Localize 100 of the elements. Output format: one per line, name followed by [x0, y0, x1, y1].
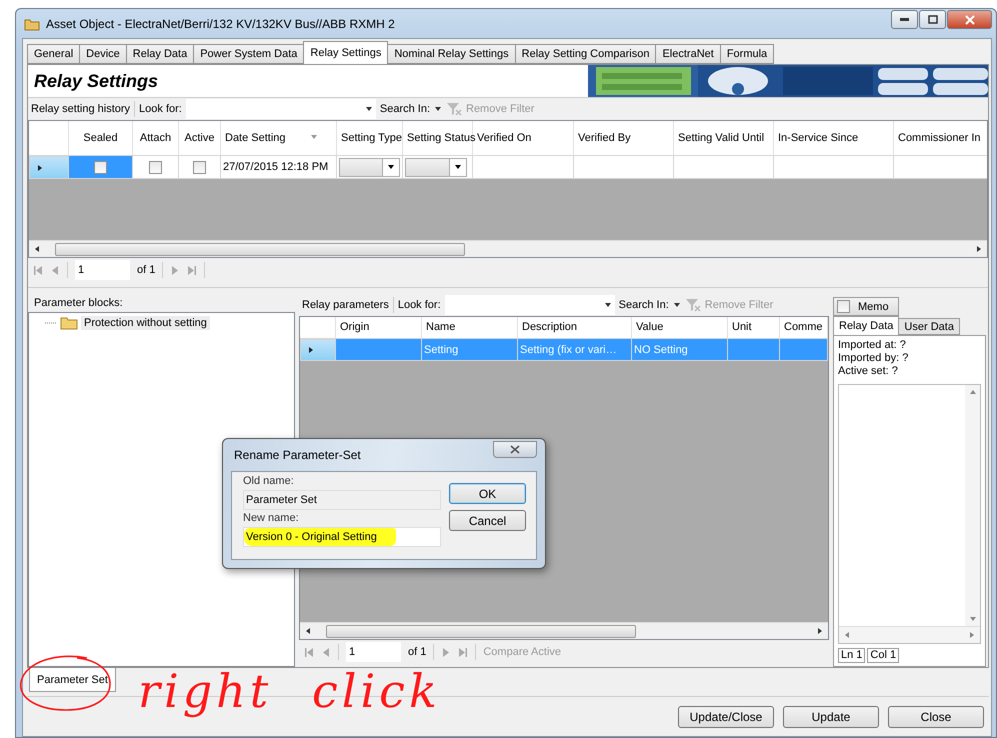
memo-field[interactable] — [838, 384, 981, 644]
new-name-field[interactable]: Version 0 - Original Setting — [243, 527, 441, 547]
search-in-dropdown[interactable]: Search In: — [618, 299, 669, 311]
column-header[interactable]: Attach — [133, 121, 179, 155]
maximize-button[interactable] — [919, 10, 946, 29]
row-marker[interactable] — [29, 156, 69, 179]
handwritten-note: click — [312, 668, 441, 714]
scroll-up-icon — [968, 388, 976, 396]
column-header[interactable]: Sealed — [69, 121, 133, 155]
first-page-icon[interactable] — [304, 646, 314, 658]
window-title: Asset Object - ElectraNet/Berri/132 KV/132KV Bus//ABB RXMH 2 — [46, 16, 396, 30]
info-text: Imported by: ? — [838, 352, 910, 365]
sort-icon — [310, 132, 318, 140]
tab[interactable]: Relay Data — [126, 44, 194, 64]
column-header[interactable]: In-Service Since — [774, 121, 894, 155]
caret-icon — [454, 163, 462, 171]
tab[interactable]: Relay Data — [833, 316, 900, 335]
close-button[interactable] — [493, 440, 537, 458]
dialog-button[interactable]: OK — [449, 483, 526, 504]
column-header[interactable]: Origin — [336, 317, 422, 338]
folder-icon — [24, 16, 40, 30]
tab[interactable]: ElectraNet — [655, 44, 721, 64]
look-for-label: Look for: — [398, 299, 441, 311]
field-label: New name: — [243, 512, 300, 525]
tab[interactable]: Nominal Relay Settings — [387, 44, 516, 64]
section-label: Relay parameters — [302, 299, 389, 311]
checkbox[interactable] — [193, 160, 206, 174]
table-cell: NO Setting — [632, 339, 728, 361]
column-header[interactable]: Setting Status — [403, 121, 473, 155]
look-for-field[interactable] — [444, 295, 615, 315]
column-header[interactable]: Value — [632, 317, 728, 338]
tab[interactable]: Device — [79, 44, 127, 64]
next-page-icon[interactable] — [170, 264, 180, 276]
dropdown[interactable] — [405, 158, 467, 176]
minimize-button[interactable] — [891, 10, 918, 29]
current-row-icon — [307, 346, 315, 354]
dialog-button[interactable]: Update — [783, 706, 879, 728]
page-number-field[interactable]: 1 — [346, 642, 401, 662]
current-row-icon — [36, 164, 44, 172]
look-for-field[interactable] — [186, 99, 376, 119]
close-icon — [964, 14, 974, 24]
caret-icon — [364, 105, 373, 113]
table-cell: 27/07/2015 12:18 PM — [221, 156, 337, 179]
last-page-icon[interactable] — [187, 264, 198, 276]
checkbox[interactable] — [149, 160, 162, 174]
tab[interactable]: General — [27, 44, 80, 64]
table-cell: Setting (fix or vari… — [518, 339, 632, 361]
caret-icon — [604, 301, 612, 309]
dialog-button[interactable]: Close — [888, 706, 984, 728]
next-page-icon[interactable] — [441, 646, 452, 658]
last-page-icon[interactable] — [458, 646, 468, 658]
tree-item[interactable]: Protection without setting — [81, 316, 210, 330]
look-for-label: Look for: — [139, 103, 182, 115]
column-header[interactable]: Unit — [728, 317, 780, 338]
close-button[interactable] — [947, 10, 992, 29]
page-number-field[interactable]: 1 — [75, 260, 130, 280]
row-marker[interactable] — [300, 339, 336, 361]
memo-toggle[interactable]: Memo — [833, 297, 899, 316]
scroll-left-icon — [33, 245, 41, 253]
panel-label: Parameter blocks: — [33, 296, 124, 311]
info-text: Imported at: ? — [838, 339, 907, 352]
previous-page-icon[interactable] — [321, 646, 331, 658]
search-in-dropdown[interactable]: Search In: — [380, 103, 430, 115]
scroll-down-icon — [968, 615, 976, 623]
caret-icon — [672, 301, 681, 309]
horizontal-scrollbar[interactable] — [29, 240, 987, 257]
maximize-icon — [928, 15, 938, 24]
column-header[interactable]: Verified By — [574, 121, 674, 155]
tab[interactable]: Formula — [720, 44, 774, 64]
previous-page-icon[interactable] — [50, 264, 60, 276]
dialog-button[interactable]: Cancel — [449, 510, 526, 531]
tab[interactable]: User Data — [898, 318, 960, 335]
column-header[interactable]: Setting Valid Until — [674, 121, 774, 155]
old-name-field: Parameter Set — [243, 490, 441, 510]
column-header[interactable]: Active — [179, 121, 221, 155]
tab[interactable]: Parameter Set — [29, 668, 116, 692]
checkbox[interactable] — [94, 160, 107, 174]
column-header[interactable]: Comme — [780, 317, 828, 338]
tab[interactable]: Relay Settings — [303, 41, 388, 64]
column-header[interactable]: Date Setting — [221, 121, 337, 155]
tab[interactable]: Power System Data — [193, 44, 304, 64]
column-header[interactable]: Name — [422, 317, 518, 338]
scroll-left-icon — [304, 627, 312, 635]
column-header[interactable]: Description — [518, 317, 632, 338]
caret-icon — [434, 105, 442, 113]
filter-icon — [684, 298, 701, 312]
section-label: Relay setting history — [31, 103, 130, 115]
scroll-right-icon — [975, 245, 983, 253]
horizontal-scrollbar[interactable] — [300, 622, 828, 639]
tab[interactable]: Relay Setting Comparison — [514, 44, 656, 64]
dialog-button[interactable]: Update/Close — [678, 706, 774, 728]
page-title: Relay Settings — [33, 70, 160, 92]
caret-icon — [387, 163, 395, 171]
status-text: Col 1 — [867, 648, 900, 663]
page-count: of 1 — [137, 264, 156, 276]
first-page-icon[interactable] — [33, 264, 43, 276]
field-label: Old name: — [243, 475, 295, 488]
column-header[interactable]: Setting Type — [337, 121, 403, 155]
page-count: of 1 — [408, 646, 426, 658]
column-header[interactable]: Commissioner In — [894, 121, 987, 155]
